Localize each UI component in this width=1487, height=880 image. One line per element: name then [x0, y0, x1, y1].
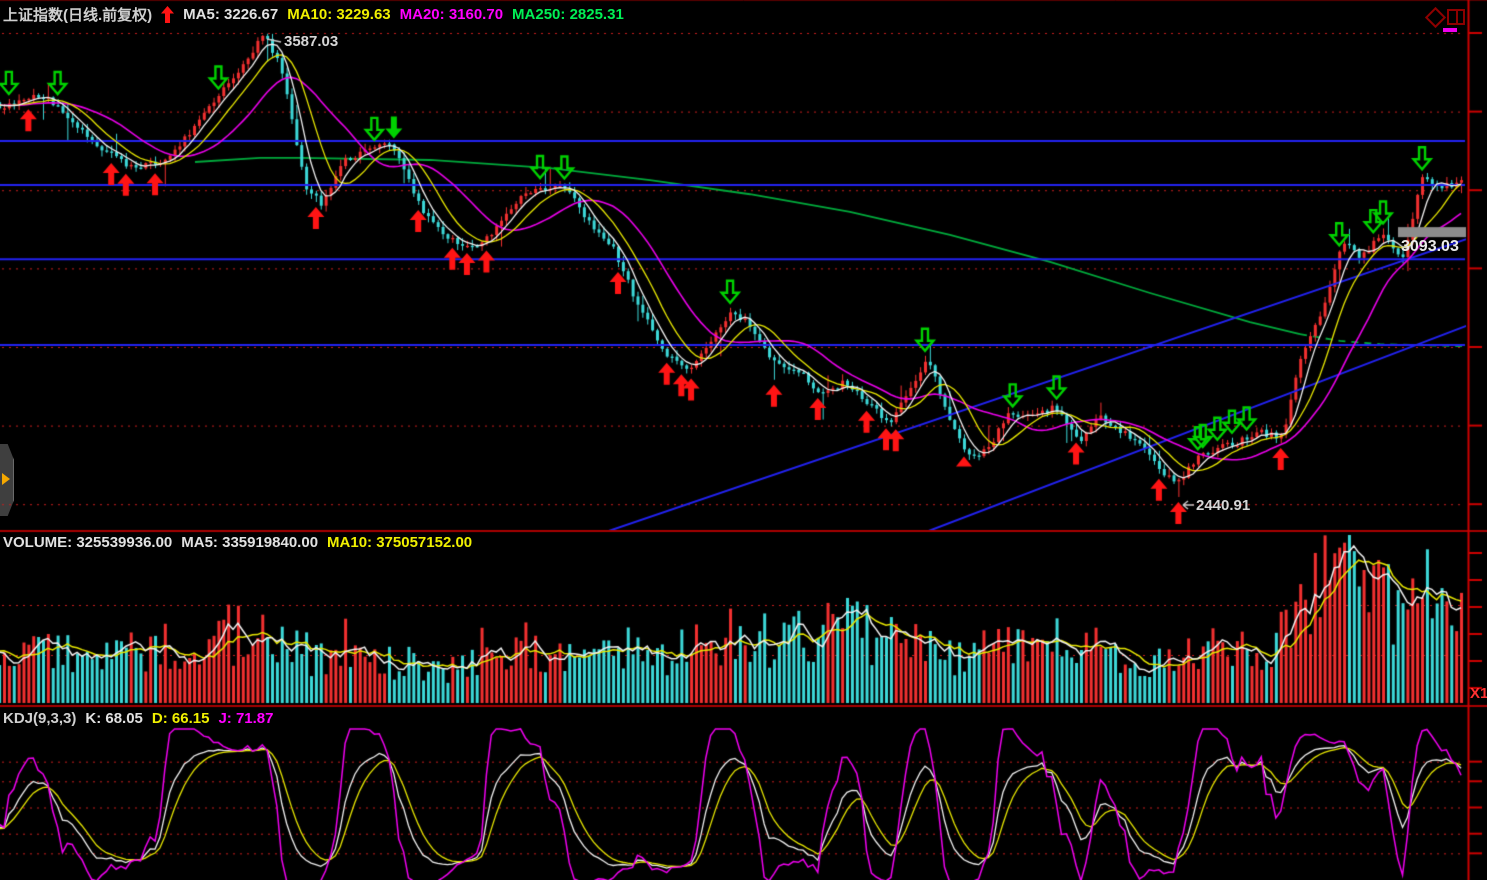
ma250-indicator: MA250: 2825.31: [512, 6, 624, 23]
price-tag-label: 3093.03: [1401, 238, 1459, 256]
volume-ma5: MA5: 335919840.00: [181, 534, 318, 551]
kdj-title: KDJ(9,3,3): [3, 710, 76, 727]
peak-price-label: 3587.03: [284, 33, 338, 50]
volume-unit-label: X1: [1470, 685, 1487, 702]
symbol-title: 上证指数(日线.前复权): [3, 4, 152, 25]
stock-app-window: 上证指数(日线.前复权) MA5: 3226.67 MA10: 3229.63 …: [0, 0, 1487, 880]
ma10-indicator: MA10: 3229.63: [287, 6, 390, 23]
volume-header: VOLUME: 325539936.00 MA5: 335919840.00 M…: [3, 534, 472, 551]
main-chart-header: 上证指数(日线.前复权) MA5: 3226.67 MA10: 3229.63 …: [3, 4, 624, 25]
volume-value: VOLUME: 325539936.00: [3, 534, 172, 551]
kdj-header: KDJ(9,3,3) K: 68.05 D: 66.15 J: 71.87: [3, 710, 274, 727]
chart-canvas[interactable]: [0, 0, 1487, 880]
kdj-j-value: J: 71.87: [218, 710, 273, 727]
volume-ma10: MA10: 375057152.00: [327, 534, 472, 551]
kdj-k-value: K: 68.05: [85, 710, 143, 727]
ma20-indicator: MA20: 3160.70: [400, 6, 503, 23]
up-arrow-icon: [161, 6, 174, 23]
kdj-d-value: D: 66.15: [152, 710, 210, 727]
ma5-indicator: MA5: 3226.67: [183, 6, 278, 23]
trough-price-label: 2440.91: [1196, 497, 1250, 514]
